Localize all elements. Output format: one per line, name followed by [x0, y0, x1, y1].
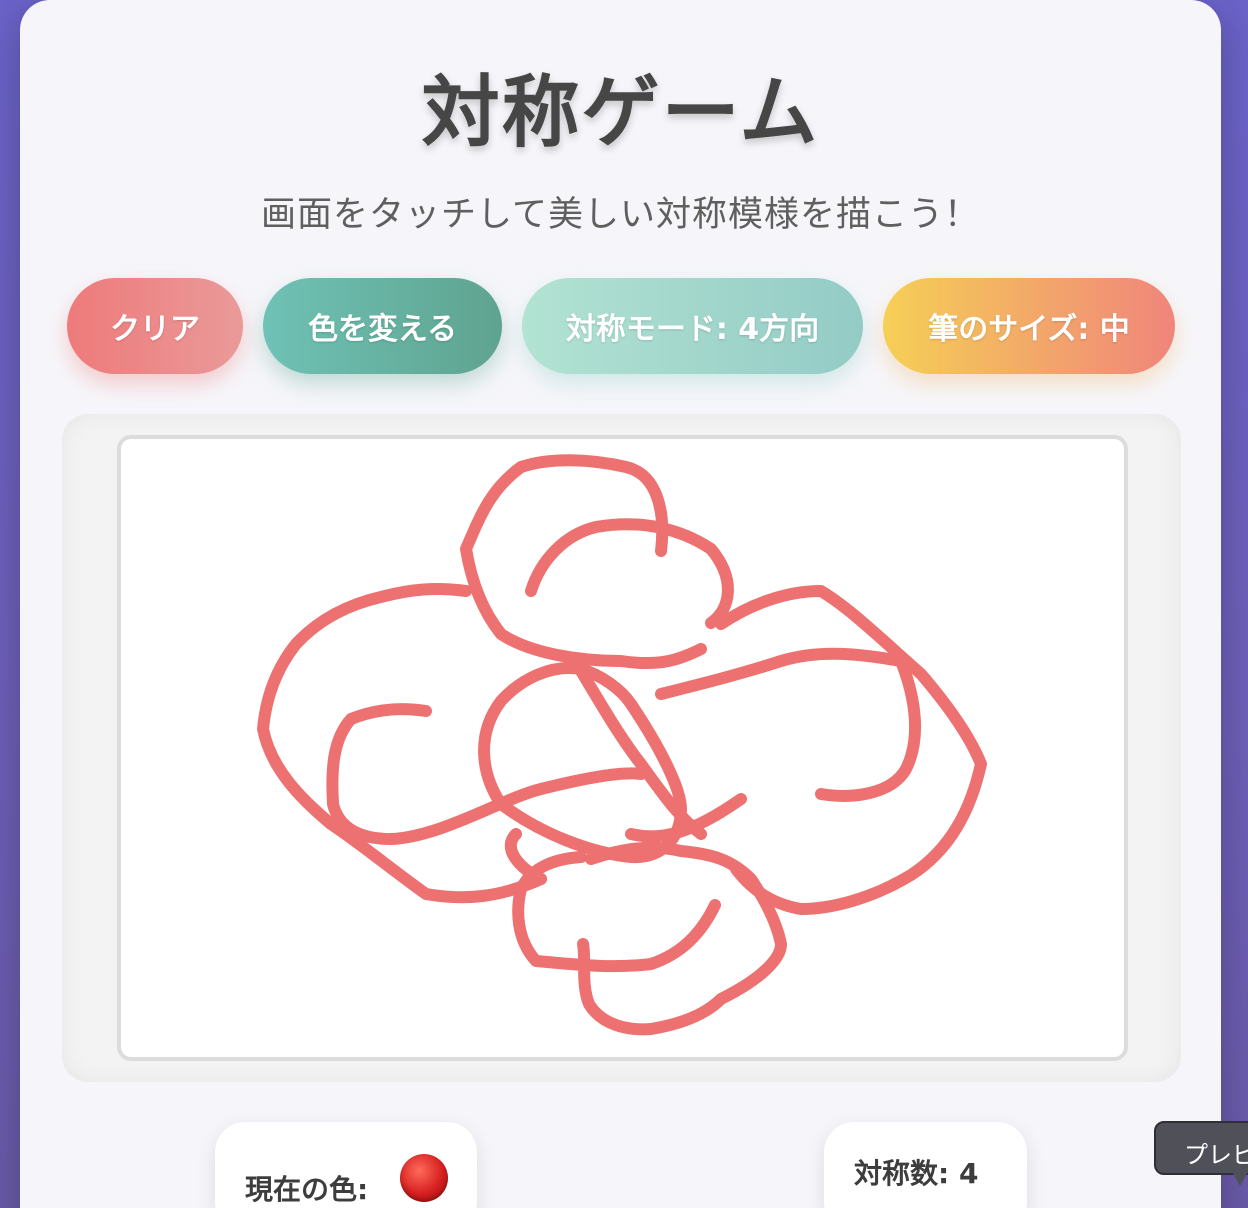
symmetry-mode-button[interactable]: 対称モード: 4方向 [522, 278, 863, 374]
stroke-bottom-inner [512, 851, 721, 973]
drawing-canvas[interactable] [117, 435, 1128, 1061]
stroke-right-inner [715, 585, 987, 915]
stroke-bottom-link [504, 828, 547, 885]
drawing-strokes [257, 454, 987, 1036]
change-color-button[interactable]: 色を変える [263, 278, 502, 374]
tooltip-tail [1232, 1172, 1248, 1186]
color-swatch-icon [400, 1154, 448, 1202]
symmetry-count-panel: 対称数: 4 [824, 1122, 1027, 1208]
current-color-label: 現在の色: [245, 1173, 369, 1206]
page-title: 対称ゲーム [421, 68, 820, 158]
stroke-center-cross [575, 665, 707, 840]
page-subtitle: 画面をタッチして美しい対称模様を描こう！ [261, 195, 980, 235]
stroke-bottom-outer [577, 841, 787, 1036]
current-color-panel: 現在の色: [215, 1122, 477, 1208]
clear-button[interactable]: クリア [67, 278, 243, 374]
stroke-right-outer [655, 647, 921, 802]
preview-tooltip: プレビ [1154, 1121, 1248, 1175]
stroke-top-outer [460, 454, 707, 670]
symmetry-count-label: 対称数: 4 [854, 1157, 979, 1190]
brush-size-button[interactable]: 筆のサイズ: 中 [883, 278, 1175, 374]
game-card: 対称ゲーム 画面をタッチして美しい対称模様を描こう！ クリア 色を変える 対称モ… [20, 0, 1221, 1208]
canvas-container [62, 414, 1181, 1082]
stroke-top-inner [525, 518, 734, 629]
